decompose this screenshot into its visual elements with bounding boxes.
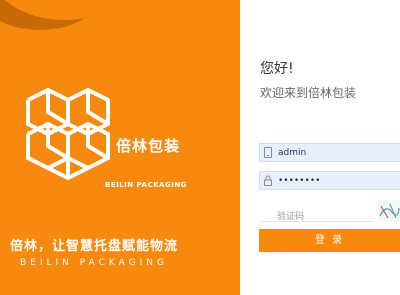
username-field[interactable] xyxy=(259,143,400,162)
captcha-field[interactable] xyxy=(259,204,377,226)
password-input[interactable] xyxy=(278,172,396,189)
username-input[interactable] xyxy=(278,144,396,161)
lock-icon xyxy=(264,175,272,186)
slogan-en: BEILIN PACKAGING xyxy=(20,258,168,268)
login-button[interactable]: 登 录 xyxy=(259,229,400,252)
greeting: 您好! xyxy=(260,61,294,77)
welcome-text: 欢迎来到倍林包装 xyxy=(260,86,357,100)
phone-icon xyxy=(264,147,272,158)
slogan: 倍林，让智慧托盘赋能物流 xyxy=(10,239,179,254)
brand-panel: 倍林包装 BEILIN PACKAGING 倍林，让智慧托盘赋能物流 BEILI… xyxy=(0,0,240,295)
password-field[interactable] xyxy=(259,171,400,190)
captcha-image[interactable] xyxy=(378,200,400,222)
captcha-input[interactable] xyxy=(259,208,377,226)
brand-name-cn: 倍林包装 xyxy=(116,137,181,155)
brand-name-en: BEILIN PACKAGING xyxy=(105,181,187,189)
